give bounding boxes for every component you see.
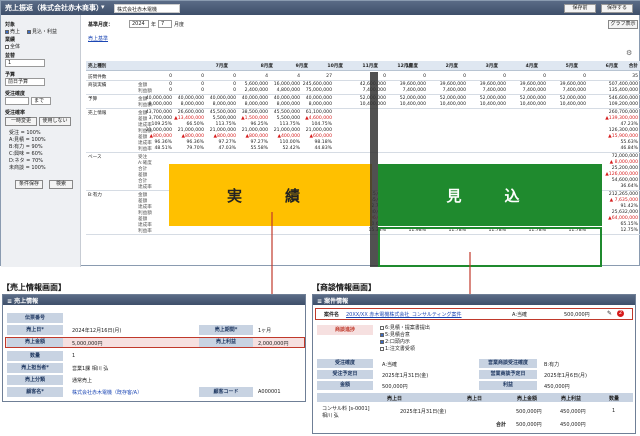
sales-amount-label: 売上金額 — [7, 338, 63, 347]
state-value: A:当確 — [382, 362, 398, 368]
stage-label: 商談進捗 — [317, 325, 373, 335]
sales-profit-label: 売上利益 — [199, 338, 253, 347]
deal-section-title: 【商談情報画面】 — [312, 283, 376, 292]
item-qty: 1 — [612, 408, 616, 414]
state-label: 受注確度 — [317, 359, 373, 368]
total-label: 合計 — [496, 422, 507, 428]
qty-label: 数量 — [7, 351, 63, 361]
sales-period-label: 売上期間* — [199, 325, 253, 335]
sales-section-title: 【売上情報画面】 — [2, 283, 66, 292]
code-value: A000001 — [258, 389, 281, 395]
class-value: 通常売上 — [72, 378, 93, 384]
item-name: コンサル料 [s-0001] — [322, 406, 370, 412]
panel-collapse-icon[interactable]: ≡ — [7, 298, 12, 305]
start-date-value: 2025年1月6日(月) — [544, 373, 587, 379]
order-date-value: 2025年1月31日(金) — [382, 373, 429, 379]
item-amount: 500,000円 — [516, 409, 542, 415]
staff-label: 売上担当者* — [7, 363, 63, 373]
sales-profit-value: 2,000,000円 — [258, 341, 289, 347]
qty-value: 1 — [72, 353, 76, 359]
code-label: 顧客コード — [199, 387, 253, 397]
deal-date-label: 営業商談受注確度 — [479, 359, 537, 368]
gross-value: 450,000円 — [544, 384, 570, 390]
deal-amount: 500,000円 — [564, 312, 590, 318]
gross-label: 利益 — [479, 381, 537, 390]
deal-info-panel: ≡ 案件情報 案件名 20XX/XX 赤木電機株式会社_コンサルティング案件 A… — [312, 294, 636, 434]
item-staff: 相川 弘 — [322, 413, 339, 419]
sales-info-panel: ≡ 売上情報 伝票番号 売上日* 2024年12月16日(月) 売上期間* 1ヶ… — [2, 294, 306, 402]
edit-icon[interactable]: ✎ — [607, 310, 612, 317]
class-label: 売上分類 — [7, 375, 63, 385]
total-profit: 450,000円 — [560, 422, 586, 428]
slip-label: 伝票番号 — [7, 313, 63, 323]
sales-period-value: 1ヶ月 — [258, 328, 272, 334]
money-label: 金額 — [317, 381, 373, 390]
item-col-qty: 数量 — [609, 396, 620, 402]
notification-badge[interactable]: 2 — [617, 310, 624, 317]
deal-panel-header: ≡ 案件情報 — [313, 295, 635, 305]
staff-value: 営業1課 相川 弘 — [72, 366, 109, 372]
deal-name-link[interactable]: 20XX/XX 赤木電機株式会社_コンサルティング案件 — [343, 311, 462, 318]
money-value: 500,000円 — [382, 384, 408, 390]
sales-date-label: 売上日* — [7, 325, 63, 335]
item-date: 2025年1月31日(金) — [400, 409, 447, 415]
item-col-profit: 売上利益 — [561, 396, 582, 402]
sales-amount-value: 5,000,000円 — [72, 341, 103, 347]
item-col-date: 売上日 — [387, 396, 403, 402]
client-link[interactable]: 株式会社赤木電機（既存客/A） — [69, 389, 142, 396]
item-header-row: 売上日 売上日 売上金額 売上利益 数量 — [317, 393, 633, 402]
sales-date-value: 2024年12月16日(月) — [72, 328, 122, 334]
sales-panel-header: ≡ 売上情報 — [3, 295, 305, 305]
deal-name-label: 案件名 — [324, 312, 340, 318]
stage-list[interactable]: 6:見積・提案書提出 5:見積合意 2:口頭内示 1:注文書受領 — [377, 325, 430, 353]
item-col-date2: 売上日 — [467, 396, 483, 402]
total-amount: 500,000円 — [516, 422, 542, 428]
order-date-label: 受注予定日 — [317, 370, 373, 379]
start-date-label: 営業商談予定日 — [479, 370, 537, 379]
client-label: 顧客名* — [7, 387, 63, 397]
panel-collapse-icon[interactable]: ≡ — [317, 298, 322, 305]
item-profit: 450,000円 — [560, 409, 586, 415]
deal-date-value: B:有力 — [544, 362, 560, 368]
item-col-amount: 売上金額 — [517, 396, 538, 402]
deal-rank: A:当確 — [512, 312, 528, 318]
